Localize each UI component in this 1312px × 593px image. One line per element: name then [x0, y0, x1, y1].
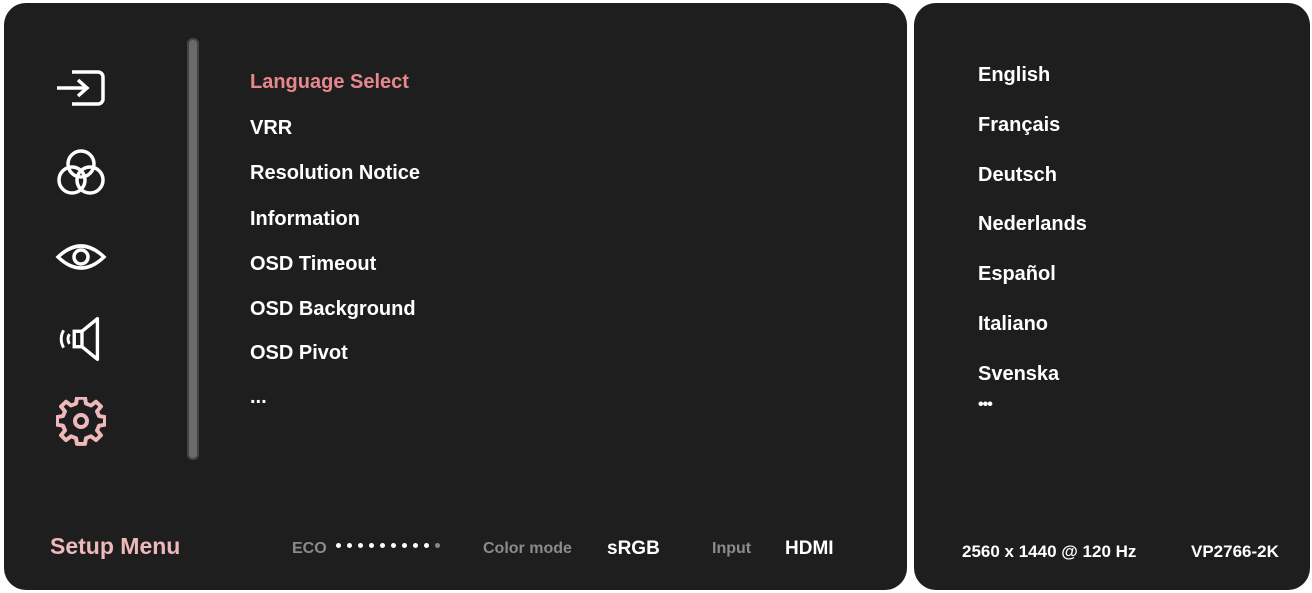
menu-item-osd-pivot[interactable]: OSD Pivot	[250, 342, 348, 365]
language-option-more[interactable]: •••	[978, 396, 993, 414]
menu-title: Setup Menu	[50, 533, 181, 559]
color-mode-value: sRGB	[607, 538, 660, 559]
eco-label: ECO	[292, 540, 327, 557]
submenu-panel	[914, 3, 1310, 590]
menu-scrollbar[interactable]	[187, 38, 199, 460]
menu-item-vrr[interactable]: VRR	[250, 117, 292, 140]
menu-item-osd-background[interactable]: OSD Background	[250, 298, 416, 321]
menu-item-language-select[interactable]: Language Select	[250, 71, 409, 94]
eye-icon[interactable]	[53, 229, 109, 285]
input-label: Input	[712, 540, 752, 557]
language-option-english[interactable]: English	[978, 64, 1050, 87]
gear-icon[interactable]	[53, 394, 109, 450]
model-name: VP2766-2K	[1191, 542, 1279, 561]
menu-item-osd-timeout[interactable]: OSD Timeout	[250, 253, 376, 276]
menu-item-more[interactable]: ...	[250, 386, 267, 409]
menu-item-information[interactable]: Information	[250, 208, 360, 231]
eco-level-indicator	[336, 543, 440, 548]
color-mode-label: Color mode	[483, 540, 572, 557]
resolution-status: 2560 x 1440 @ 120 Hz	[962, 542, 1137, 561]
language-option-espanol[interactable]: Español	[978, 263, 1056, 286]
input-value: HDMI	[785, 538, 834, 559]
language-option-francais[interactable]: Français	[978, 114, 1060, 137]
menu-item-resolution-notice[interactable]: Resolution Notice	[250, 162, 420, 185]
main-menu-panel	[4, 3, 907, 590]
audio-icon[interactable]	[53, 311, 109, 367]
language-option-nederlands[interactable]: Nederlands	[978, 213, 1087, 236]
language-option-italiano[interactable]: Italiano	[978, 313, 1048, 336]
input-icon[interactable]	[53, 60, 109, 116]
language-option-svenska[interactable]: Svenska	[978, 363, 1059, 386]
language-option-deutsch[interactable]: Deutsch	[978, 164, 1057, 187]
color-icon[interactable]	[53, 146, 109, 202]
